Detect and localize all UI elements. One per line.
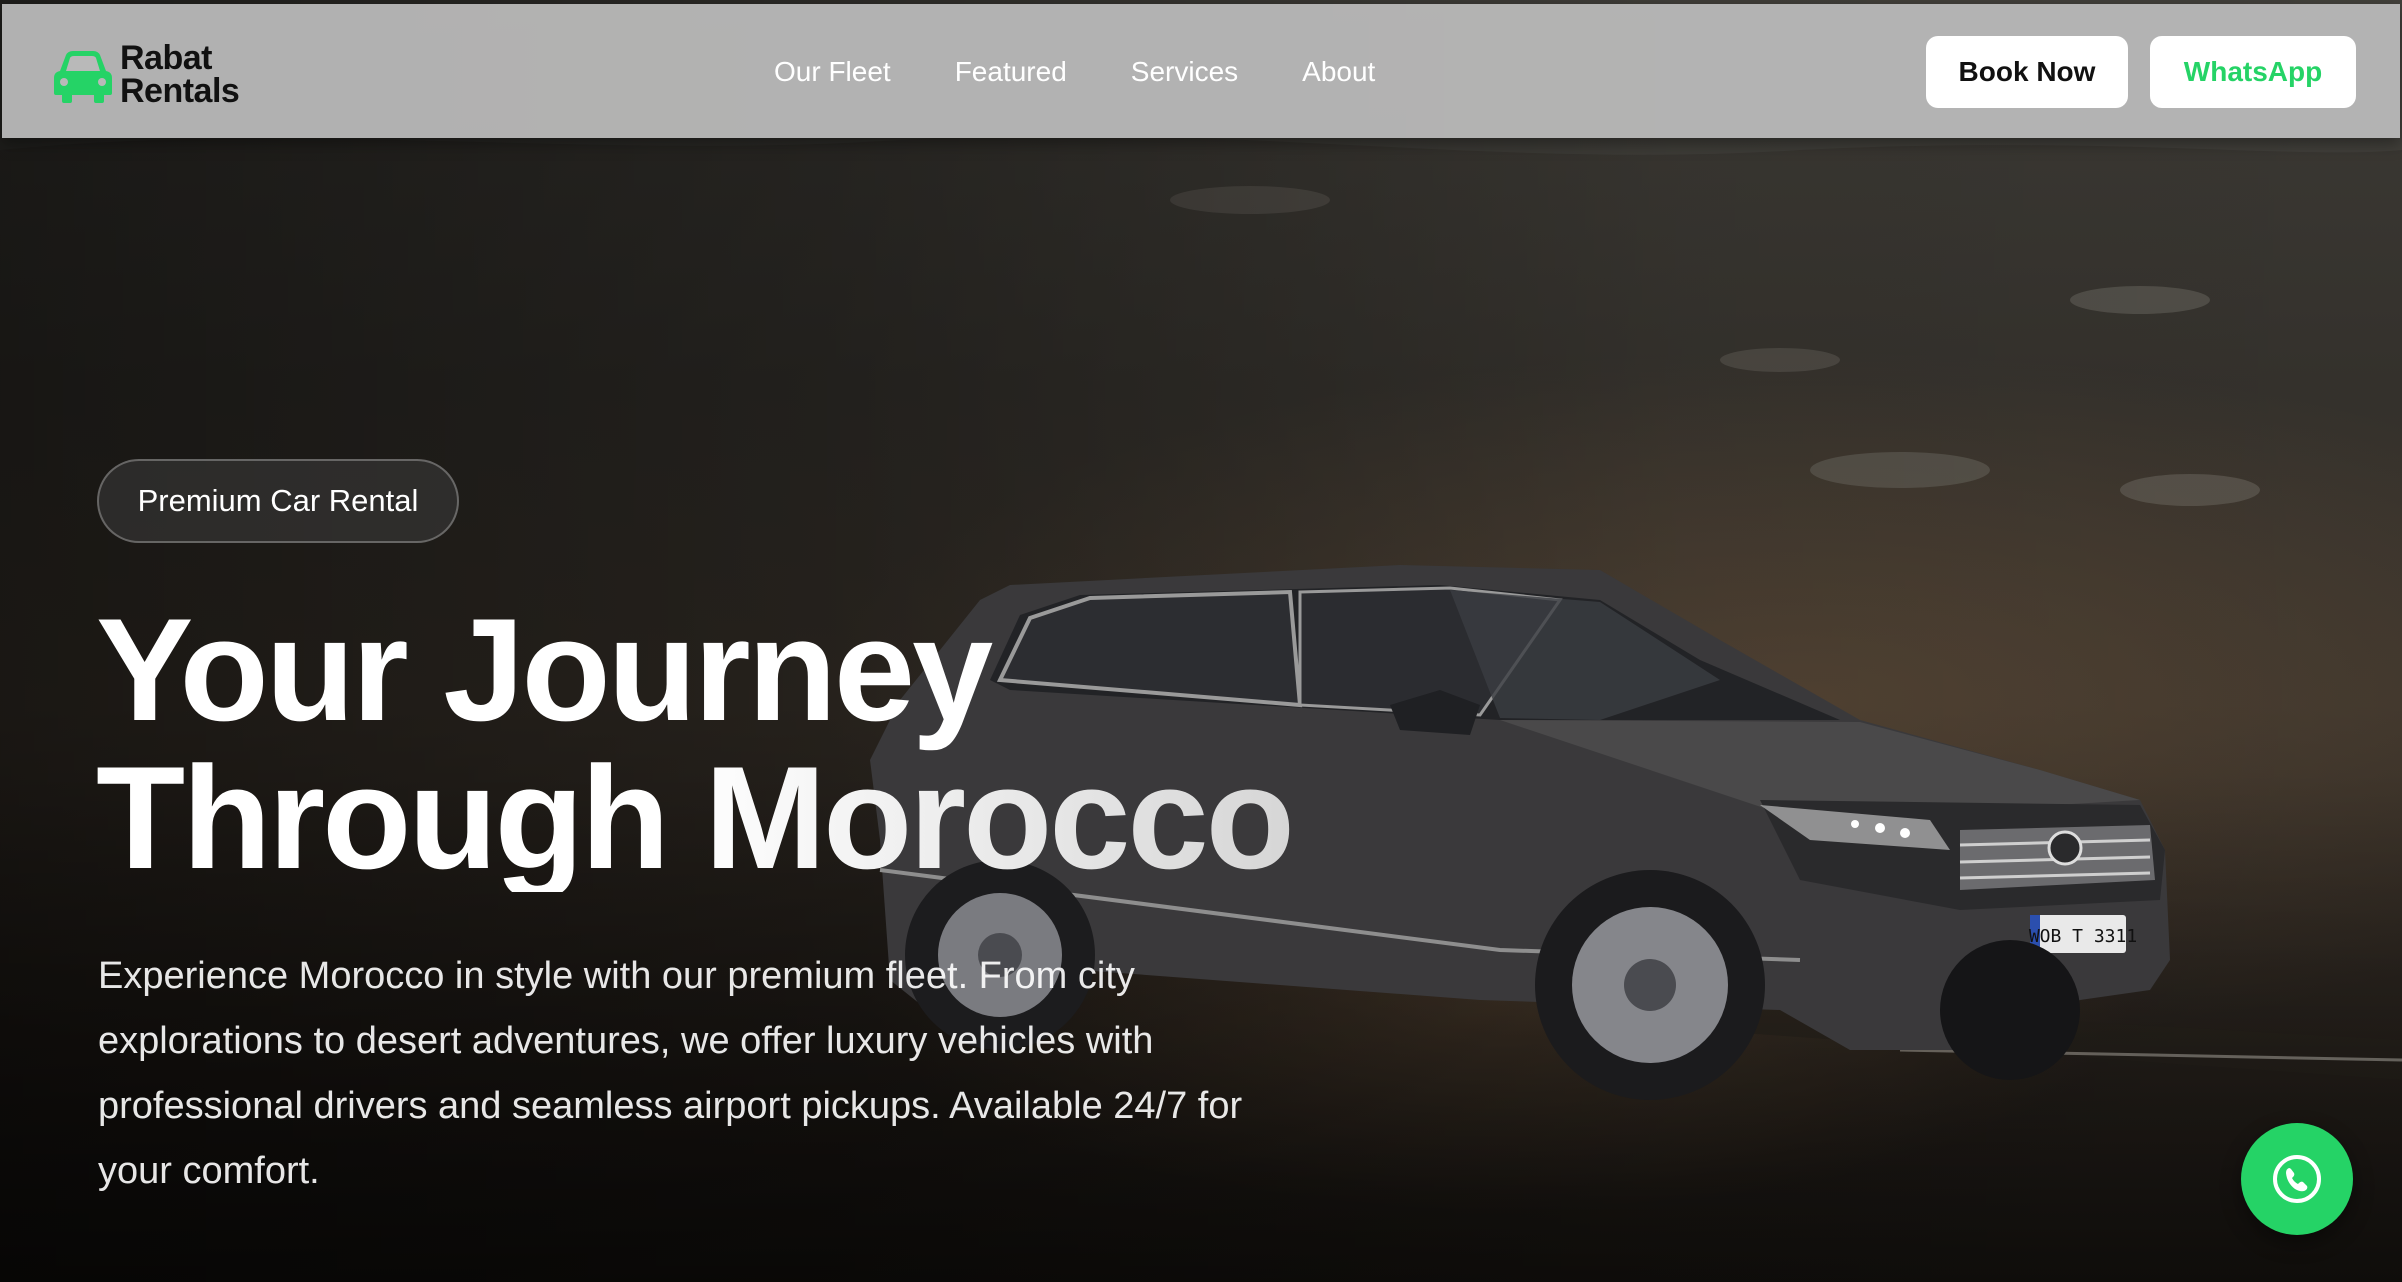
nav-link-our-fleet[interactable]: Our Fleet bbox=[774, 56, 891, 88]
top-navbar: Rabat Rentals Our Fleet Featured Service… bbox=[2, 4, 2400, 138]
whatsapp-button[interactable]: WhatsApp bbox=[2150, 36, 2356, 108]
nav-links: Our Fleet Featured Services About bbox=[774, 56, 1439, 88]
book-now-button[interactable]: Book Now bbox=[1926, 36, 2128, 108]
brand-logo[interactable]: Rabat Rentals bbox=[50, 39, 240, 110]
brand-line1: Rabat bbox=[120, 39, 212, 77]
car-icon bbox=[54, 51, 112, 103]
call-fab-button[interactable] bbox=[2241, 1123, 2353, 1235]
hero-badge: Premium Car Rental bbox=[97, 459, 459, 543]
brand-line2: Rentals bbox=[120, 72, 240, 110]
phone-icon bbox=[2273, 1155, 2321, 1203]
hero-headline-line1: Your Journey bbox=[96, 588, 993, 751]
license-plate: WOB T 3311 bbox=[2029, 926, 2137, 947]
hero-description: Experience Morocco in style with our pre… bbox=[98, 955, 1243, 1192]
nav-link-about[interactable]: About bbox=[1302, 56, 1375, 88]
hero-headline: Your Journey Through Morocco bbox=[96, 596, 1396, 892]
nav-link-featured[interactable]: Featured bbox=[955, 56, 1067, 88]
hero-headline-line2: Through Morocco bbox=[96, 744, 1396, 892]
nav-link-services[interactable]: Services bbox=[1131, 56, 1238, 88]
brand-name: Rabat Rentals bbox=[120, 39, 240, 110]
